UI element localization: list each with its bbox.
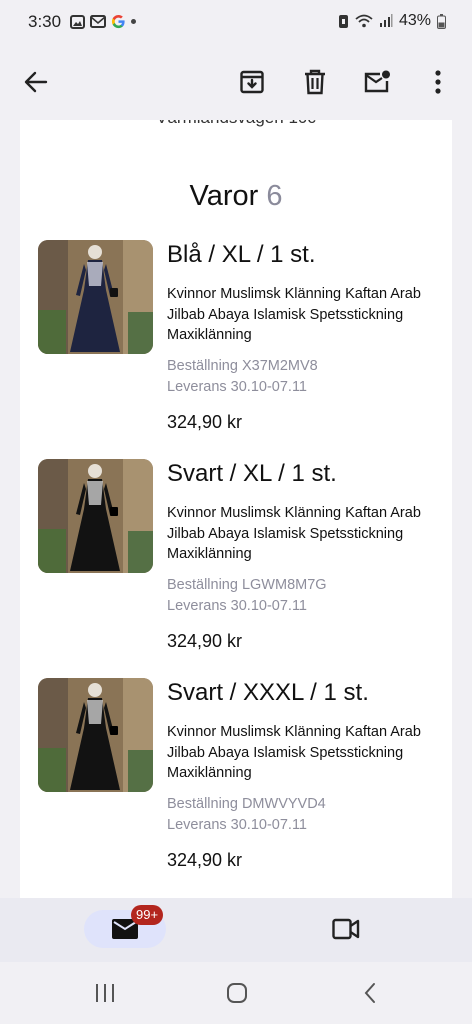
status-system-icons: 43% xyxy=(338,12,446,30)
lock-icon xyxy=(338,14,348,28)
item-details: Svart / XXXL / 1 st. Kvinnor Muslimsk Kl… xyxy=(167,678,437,871)
status-notification-icons xyxy=(70,14,136,29)
mark-unread-icon xyxy=(364,70,390,93)
item-variant: Svart / XL / 1 st. xyxy=(167,460,337,487)
status-bar: 3:30 43% xyxy=(0,0,472,46)
back-button[interactable] xyxy=(16,62,56,102)
item-price: 324,90 kr xyxy=(167,630,243,651)
item-description: Kvinnor Muslimsk Klänning Kaftan Arab Ji… xyxy=(167,505,421,562)
bottom-navigation: 99+ xyxy=(0,898,472,962)
unread-count-badge: 99+ xyxy=(131,905,164,925)
more-notifications-dot-icon xyxy=(131,19,136,24)
recent-apps-button[interactable] xyxy=(85,976,125,1010)
system-back-button[interactable] xyxy=(350,976,390,1010)
recents-icon xyxy=(96,984,114,1002)
email-toolbar xyxy=(0,46,472,120)
status-time: 3:30 xyxy=(28,12,62,31)
item-description: Kvinnor Muslimsk Klänning Kaftan Arab Ji… xyxy=(167,724,421,781)
items-count: 6 xyxy=(266,180,283,212)
item-description: Kvinnor Muslimsk Klänning Kaftan Arab Ji… xyxy=(167,286,421,343)
item-order-number: Beställning LGWM8M7G xyxy=(167,576,327,593)
item-delivery-dates: Leverans 30.10-07.11 xyxy=(167,816,308,833)
system-navigation-bar xyxy=(0,962,472,1024)
item-order-number: Beställning DMWVYVD4 xyxy=(167,795,326,812)
order-item[interactable]: Blå / XL / 1 st. Kvinnor Muslimsk Klänni… xyxy=(38,240,438,450)
product-image[interactable] xyxy=(38,240,153,354)
video-icon xyxy=(332,918,360,940)
archive-icon xyxy=(240,70,264,94)
product-image[interactable] xyxy=(38,678,153,792)
signal-icon xyxy=(379,14,393,27)
item-variant: Blå / XL / 1 st. xyxy=(167,241,316,268)
email-body: Värmlandsvägen 10c Varor 6 Blå / XL / 1 … xyxy=(20,120,452,898)
mark-unread-button[interactable] xyxy=(357,62,397,102)
archive-button[interactable] xyxy=(232,62,272,102)
item-delivery-dates: Leverans 30.10-07.11 xyxy=(167,378,308,395)
tab-meet[interactable] xyxy=(326,912,366,946)
item-price: 324,90 kr xyxy=(167,411,243,432)
item-variant: Svart / XXXL / 1 st. xyxy=(167,679,369,706)
delivery-address-partial: Värmlandsvägen 10c xyxy=(20,120,452,128)
more-vert-icon xyxy=(435,70,441,94)
mail-icon xyxy=(90,15,106,28)
home-button[interactable] xyxy=(217,976,257,1010)
items-section-title: Varor 6 xyxy=(20,180,452,213)
item-delivery-dates: Leverans 30.10-07.11 xyxy=(167,597,308,614)
chevron-left-icon xyxy=(364,983,375,1003)
item-order-number: Beställning X37M2MV8 xyxy=(167,357,318,374)
item-details: Svart / XL / 1 st. Kvinnor Muslimsk Klän… xyxy=(167,459,437,652)
battery-icon xyxy=(437,13,446,29)
trash-icon xyxy=(305,69,325,95)
order-item[interactable]: Svart / XXXL / 1 st. Kvinnor Muslimsk Kl… xyxy=(38,678,438,888)
items-title-label: Varor xyxy=(189,180,259,212)
order-item[interactable]: Svart / XL / 1 st. Kvinnor Muslimsk Klän… xyxy=(38,459,438,669)
delete-button[interactable] xyxy=(295,62,335,102)
back-arrow-icon xyxy=(24,71,48,93)
more-options-button[interactable] xyxy=(418,62,458,102)
product-image[interactable] xyxy=(38,459,153,573)
battery-percent: 43% xyxy=(398,12,431,29)
home-icon xyxy=(227,983,247,1003)
photo-icon xyxy=(70,14,85,29)
item-price: 324,90 kr xyxy=(167,849,243,870)
wifi-icon xyxy=(355,14,373,28)
item-details: Blå / XL / 1 st. Kvinnor Muslimsk Klänni… xyxy=(167,240,437,433)
google-icon xyxy=(111,14,125,29)
